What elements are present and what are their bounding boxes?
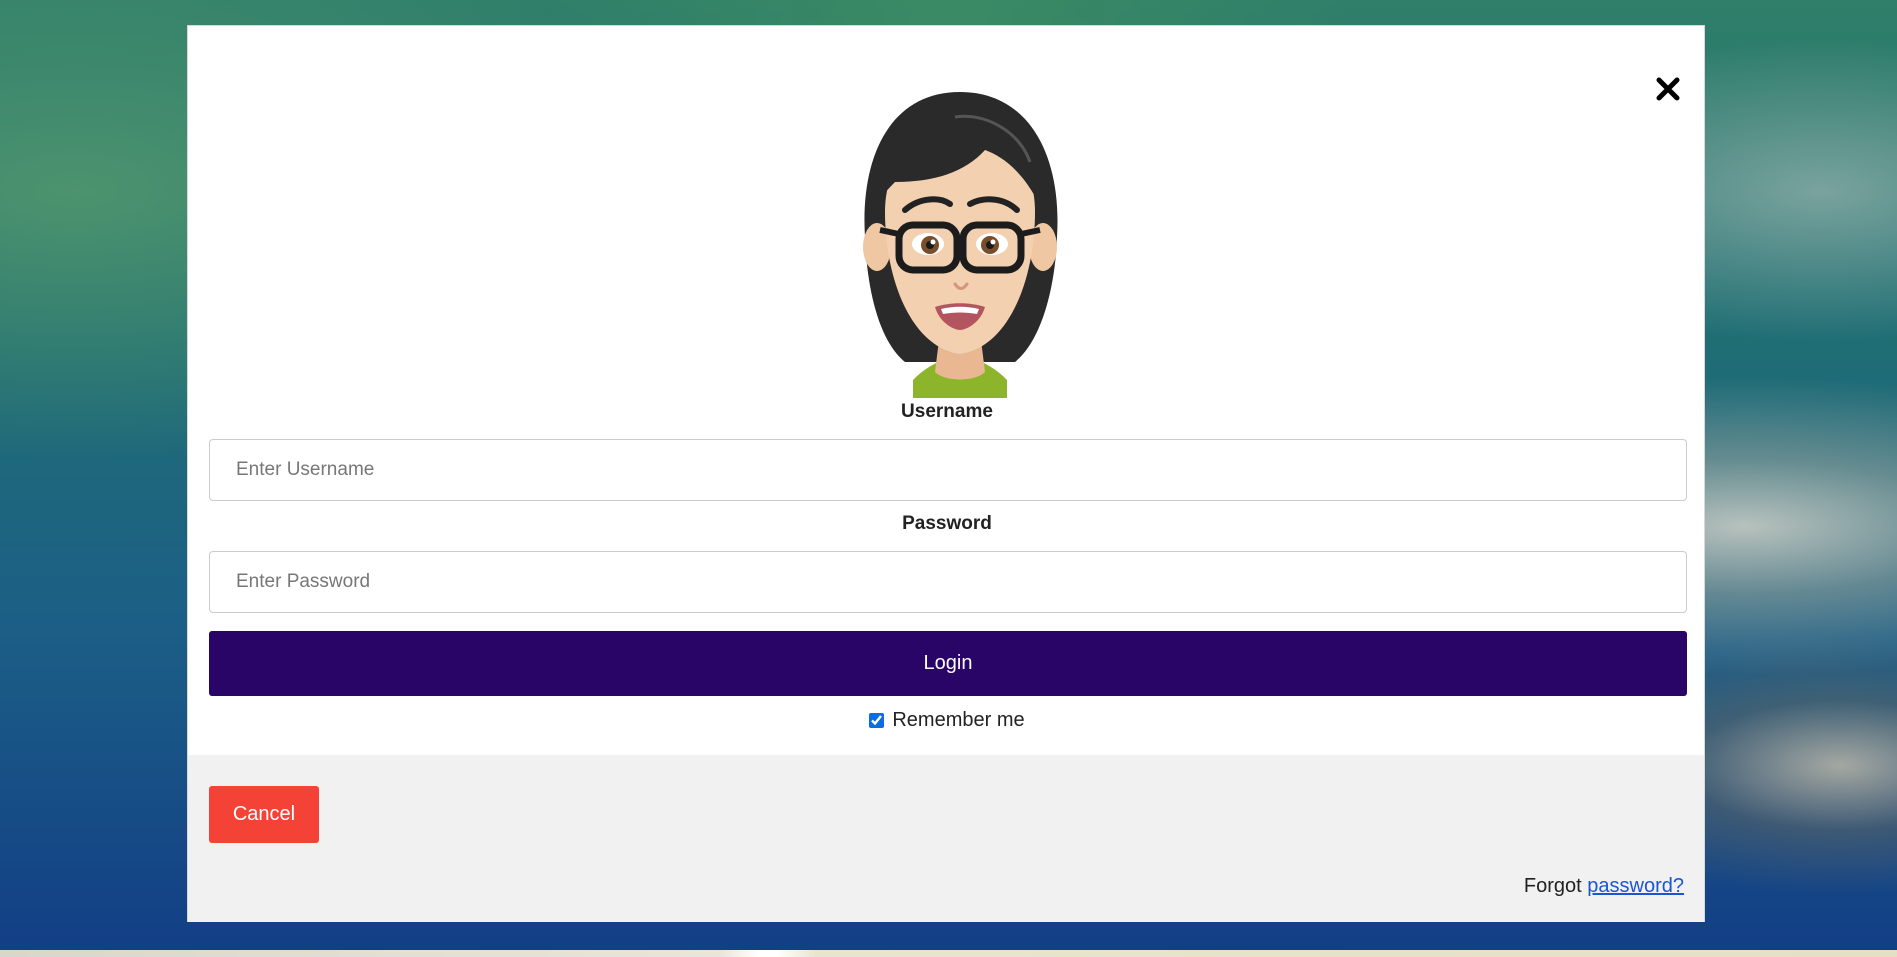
- forgot-prefix: Forgot: [1523, 875, 1582, 897]
- login-modal: Username Password Login Remember me Canc…: [187, 25, 1705, 922]
- forgot-password: Forgot password?: [1524, 875, 1684, 898]
- bottom-strip: [0, 950, 1897, 957]
- forgot-password-link[interactable]: password?: [1587, 875, 1684, 897]
- remember-me: Remember me: [188, 709, 1706, 732]
- login-button[interactable]: Login: [209, 631, 1687, 696]
- username-label: Username: [901, 401, 993, 422]
- avatar: [863, 92, 1058, 398]
- cancel-button[interactable]: Cancel: [209, 786, 319, 843]
- close-button[interactable]: [1648, 69, 1688, 109]
- page-background: { "modal": { "close_icon": "close-icon",…: [0, 0, 1897, 957]
- modal-footer: Cancel Forgot password?: [188, 755, 1704, 922]
- remember-me-checkbox[interactable]: [869, 713, 885, 728]
- remember-me-label: Remember me: [892, 709, 1025, 731]
- close-icon[interactable]: [1655, 76, 1681, 102]
- username-input[interactable]: [209, 439, 1687, 501]
- password-input[interactable]: [209, 551, 1687, 613]
- password-label: Password: [902, 513, 992, 534]
